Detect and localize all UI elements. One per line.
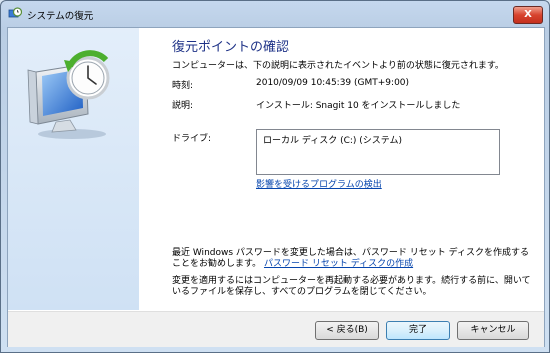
button-bar: < 戻る(B) 完了 キャンセル — [8, 311, 544, 347]
time-value: 2010/09/09 10:45:39 (GMT+9:00) — [256, 78, 410, 88]
description-label: 説明: — [172, 101, 194, 111]
wizard-side-panel — [8, 28, 139, 310]
create-password-reset-disk-link[interactable]: パスワード リセット ディスクの作成 — [264, 259, 413, 269]
system-restore-icon — [8, 7, 23, 21]
list-item[interactable]: ローカル ディスク (C:) (システム) — [263, 133, 402, 146]
window-title: システムの復元 — [27, 11, 94, 22]
close-button[interactable]: X — [513, 6, 543, 24]
wizard-client-area: 復元ポイントの確認 コンピューターは、下の説明に表示されたイベントより前の状態に… — [7, 27, 545, 347]
restart-note: 変更を適用するにはコンピューターを再起動する必要があります。続行する前に、開いて… — [172, 276, 531, 297]
finish-button[interactable]: 完了 — [386, 321, 450, 340]
drives-label: ドライブ: — [172, 134, 212, 144]
time-label: 時刻: — [172, 81, 194, 91]
drives-list[interactable]: ローカル ディスク (C:) (システム) — [256, 129, 500, 175]
scan-affected-programs-link[interactable]: 影響を受けるプログラムの検出 — [256, 177, 382, 190]
back-button[interactable]: < 戻る(B) — [315, 321, 379, 340]
title-bar[interactable]: システムの復元 X — [1, 1, 549, 27]
intro-text: コンピューターは、下の説明に表示されたイベントより前の状態に復元されます。 — [172, 61, 504, 71]
description-value: インストール: Snagit 10 をインストールしました — [256, 101, 461, 111]
page-title: 復元ポイントの確認 — [172, 40, 290, 55]
cancel-button[interactable]: キャンセル — [457, 321, 529, 340]
system-restore-clock-icon — [26, 48, 118, 143]
system-restore-window: システムの復元 X 復元ポイントの確認 コンピューターは、下の説明に表示されたイ… — [0, 0, 550, 353]
password-note: 最近 Windows パスワードを変更した場合は、パスワード リセット ディスク… — [172, 248, 532, 270]
